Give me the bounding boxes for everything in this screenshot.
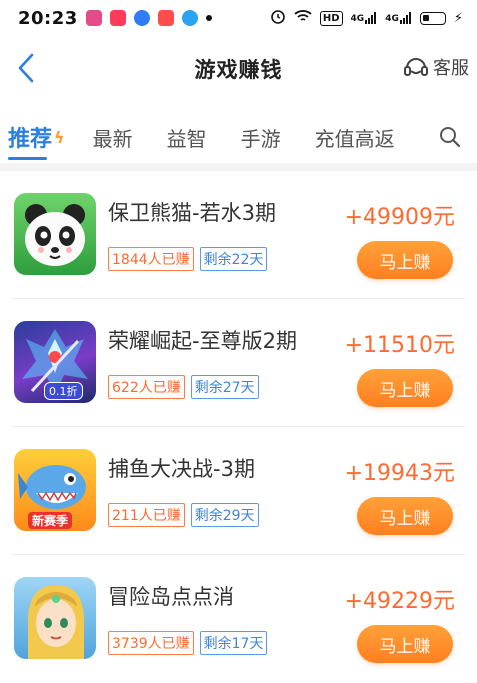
battery-icon — [419, 11, 446, 25]
game-row[interactable]: 新赛季 捕鱼大决战-3期 211人已赚 剩余29天 +19943元 马上赚 — [12, 427, 465, 555]
network-type-2: 4G — [385, 14, 399, 24]
qq-app-icon — [181, 10, 198, 26]
tab-label: 推荐 — [8, 127, 53, 152]
headset-icon — [404, 58, 428, 76]
glory-rise-game-icon[interactable]: 0.1折 — [14, 321, 96, 403]
days-remaining-badge: 剩余22天 — [199, 247, 268, 271]
panda-game-icon[interactable] — [14, 193, 96, 275]
status-time: 20:23 — [18, 7, 78, 29]
game-name: 冒险岛点点消 — [108, 585, 234, 609]
earned-count-badge: 211人已赚 — [108, 503, 185, 527]
tab-label: 益智 — [166, 126, 207, 151]
earn-now-button[interactable]: 马上赚 — [357, 625, 453, 663]
game-name: 捕鱼大决战-3期 — [108, 457, 255, 481]
reward-amount: +19943元 — [344, 461, 455, 486]
notification-app-icon — [85, 10, 102, 26]
lightning-icon: ϟ — [54, 127, 65, 147]
earned-count-badge: 3739人已赚 — [108, 631, 194, 655]
game-name: 荣耀崛起-至尊版2期 — [108, 329, 297, 353]
browser-app-icon — [133, 10, 150, 26]
network-type-1: 4G — [350, 14, 365, 24]
shopping-app-icon — [157, 10, 174, 26]
game-row[interactable]: 0.1折 荣耀崛起-至尊版2期 622人已赚 剩余27天 +11510元 马上赚 — [12, 299, 465, 427]
search-icon — [440, 127, 461, 148]
earn-now-button[interactable]: 马上赚 — [357, 369, 453, 407]
video-app-icon — [109, 10, 126, 26]
earned-count-badge: 622人已赚 — [108, 375, 185, 399]
tab-newest[interactable]: 最新 — [93, 112, 133, 162]
game-row[interactable]: 保卫熊猫-若水3期 1844人已赚 剩余22天 +49909元 马上赚 — [12, 171, 465, 299]
days-remaining-badge: 剩余27天 — [190, 375, 259, 399]
tab-recharge-rebate[interactable]: 充值高返 — [315, 112, 395, 162]
new-season-tag: 新赛季 — [28, 512, 73, 529]
days-remaining-badge: 剩余29天 — [190, 503, 259, 527]
game-list: 保卫熊猫-若水3期 1844人已赚 剩余22天 +49909元 马上赚 0.1折… — [0, 171, 477, 683]
game-row[interactable]: 冒险岛点点消 3739人已赚 剩余17天 +49229元 马上赚 — [12, 555, 465, 683]
page-title: 游戏赚钱 — [194, 58, 283, 82]
status-bar: 20:23 HD 4G 4G ⚡ — [0, 0, 477, 36]
tab-label: 最新 — [92, 126, 133, 151]
fishing-game-icon[interactable]: 新赛季 — [14, 449, 96, 531]
discount-tag: 0.1折 — [44, 382, 83, 400]
more-notifications-dot-icon — [205, 15, 212, 21]
tabs-divider — [0, 163, 477, 171]
adventure-island-game-icon[interactable] — [14, 577, 96, 659]
signal-icon-1: 4G — [351, 12, 378, 24]
customer-service-button[interactable]: 客服 — [403, 54, 469, 80]
earn-now-button[interactable]: 马上赚 — [357, 241, 453, 279]
tab-mobile-games[interactable]: 手游 — [241, 112, 281, 162]
charging-icon: ⚡ — [453, 10, 463, 26]
signal-icon-2: 4G — [385, 12, 412, 24]
earned-count-badge: 1844人已赚 — [108, 247, 194, 271]
reward-amount: +49229元 — [344, 589, 455, 614]
days-remaining-badge: 剩余17天 — [199, 631, 268, 655]
reward-amount: +49909元 — [344, 205, 455, 230]
tab-label: 充值高返 — [314, 126, 395, 151]
hd-badge: HD — [319, 10, 343, 26]
category-tabs: 推荐 ϟ 最新 益智 手游 充值高返 — [0, 112, 477, 162]
tab-label: 手游 — [240, 126, 281, 151]
tab-puzzle[interactable]: 益智 — [167, 112, 207, 162]
alarm-icon — [270, 8, 286, 28]
page-header: 游戏赚钱 客服 — [0, 36, 477, 102]
reward-amount: +11510元 — [344, 333, 455, 358]
earn-now-button[interactable]: 马上赚 — [357, 497, 453, 535]
search-button[interactable] — [439, 126, 461, 152]
customer-service-label: 客服 — [433, 58, 469, 79]
chevron-left-icon — [18, 53, 34, 83]
wifi-icon — [294, 9, 312, 27]
tab-recommend[interactable]: 推荐 ϟ — [8, 112, 65, 162]
game-name: 保卫熊猫-若水3期 — [108, 201, 276, 225]
back-button[interactable] — [6, 48, 46, 88]
